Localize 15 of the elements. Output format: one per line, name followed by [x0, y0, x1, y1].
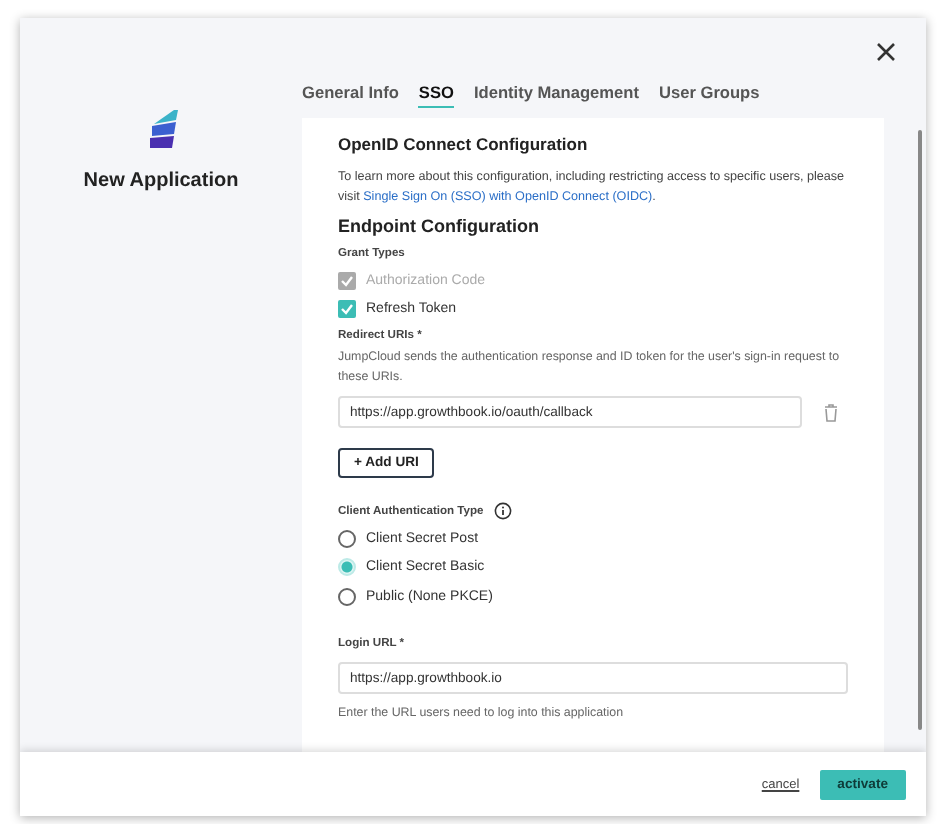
radio-button[interactable] — [338, 587, 356, 606]
trash-icon[interactable] — [824, 403, 838, 421]
tab[interactable]: SSO — [418, 82, 454, 108]
section-title: OpenID Connect Configuration — [338, 134, 590, 154]
info-icon[interactable] — [493, 502, 512, 520]
radio-button[interactable] — [338, 529, 356, 548]
app-title: New Application — [83, 170, 239, 192]
tab[interactable]: Identity Management — [473, 82, 639, 108]
scrollbar[interactable] — [918, 130, 922, 730]
tab[interactable]: User Groups — [658, 82, 760, 108]
tab[interactable]: General Info — [302, 82, 399, 108]
section-title: Endpoint Configuration — [338, 216, 541, 236]
logo-icon — [146, 110, 182, 150]
checkbox[interactable] — [338, 299, 356, 317]
close-icon[interactable] — [872, 38, 900, 66]
